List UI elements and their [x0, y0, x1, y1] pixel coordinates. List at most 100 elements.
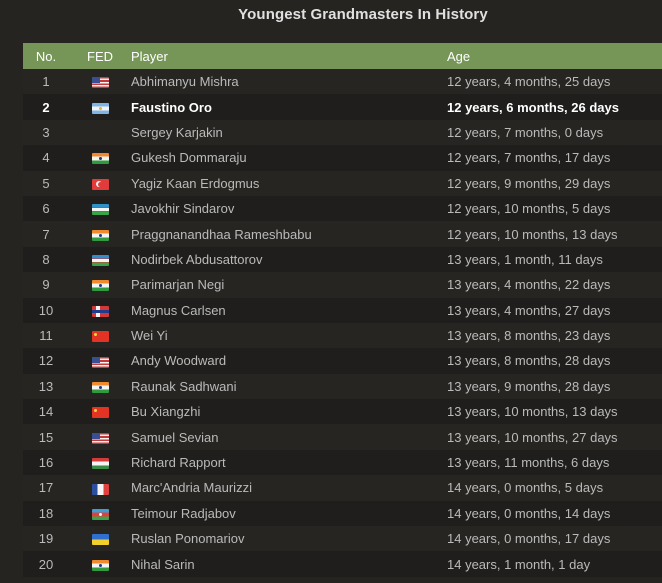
column-header-fed[interactable]: FED [69, 43, 131, 69]
player-name-cell[interactable]: Javokhir Sindarov [131, 196, 447, 221]
age-cell: 13 years, 1 month, 11 days [447, 251, 603, 267]
federation-cell [69, 450, 131, 475]
federation-cell [69, 120, 131, 145]
age-cell: 12 years, 9 months, 29 days [447, 175, 611, 191]
rank-cell: 14 [38, 404, 54, 420]
player-name-cell[interactable]: Samuel Sevian [131, 424, 447, 449]
hu-flag-icon [91, 458, 109, 470]
page-title: Youngest Grandmasters In History [238, 6, 488, 23]
player-name-cell[interactable]: Nodirbek Abdusattorov [131, 247, 447, 272]
federation-cell [69, 221, 131, 246]
rank-cell: 2 [42, 99, 50, 115]
player-name-cell[interactable]: Sergey Karjakin [131, 120, 447, 145]
rank-cell: 1 [42, 74, 50, 90]
table-row[interactable]: 20 Nihal Sarin 14 years, 1 month, 1 day [23, 551, 662, 577]
ua-flag-icon [91, 534, 109, 546]
player-name-cell[interactable]: Yagiz Kaan Erdogmus [131, 171, 447, 196]
table-row[interactable]: 12 Andy Woodward 13 years, 8 months, 28 da… [23, 348, 662, 374]
table-row[interactable]: 10 Magnus Carlsen 13 years, 4 months, 27 d… [23, 297, 662, 323]
rank-cell: 3 [42, 124, 50, 140]
player-name-cell[interactable]: Richard Rapport [131, 450, 447, 475]
rank-cell: 13 [38, 378, 54, 394]
player-name-cell[interactable]: Teimour Radjabov [131, 501, 447, 526]
player-name-cell[interactable]: Faustino Oro [131, 94, 447, 119]
table-row[interactable]: 11 Wei Yi 13 years, 8 months, 23 days [23, 322, 662, 349]
player-name-cell[interactable]: Bu Xiangzhi [131, 399, 447, 424]
in-flag-icon [91, 280, 109, 292]
us-flag-icon [91, 432, 109, 444]
uz-flag-icon [91, 254, 109, 266]
table-row[interactable]: 7 Praggnanandhaa Rameshbabu 12 years, 10 m… [23, 221, 662, 247]
az-flag-icon [91, 508, 109, 520]
cn-flag-icon [91, 407, 109, 419]
player-name-cell[interactable]: Magnus Carlsen [131, 298, 447, 323]
table-row[interactable]: 9 Parimarjan Negi 13 years, 4 months, 22 d… [23, 272, 662, 298]
uz-flag-icon [91, 204, 109, 216]
table-row[interactable]: 8 Nodirbek Abdusattorov 13 years, 1 month,… [23, 246, 662, 273]
in-flag-icon [91, 229, 109, 241]
table-row[interactable]: 14 Bu Xiangzhi 13 years, 10 months, 13 day… [23, 399, 662, 425]
age-cell: 13 years, 10 months, 13 days [447, 404, 618, 420]
federation-cell [69, 323, 131, 348]
player-name-cell[interactable]: Andy Woodward [131, 348, 447, 373]
table-row[interactable]: 19 Ruslan Ponomariov 14 years, 0 months, 1… [23, 526, 662, 552]
rank-cell: 11 [39, 328, 53, 344]
rank-cell: 18 [38, 505, 54, 521]
player-name-cell[interactable]: Gukesh Dommaraju [131, 145, 447, 170]
column-header-player[interactable]: Player [131, 43, 447, 69]
table-row[interactable]: 1 Abhimanyu Mishra 12 years, 4 months, 25 … [23, 69, 662, 95]
rank-cell: 7 [42, 226, 50, 242]
rank-cell: 9 [42, 277, 50, 293]
table-row[interactable]: 4 Gukesh Dommaraju 12 years, 7 months, 17 … [23, 145, 662, 171]
age-cell: 12 years, 7 months, 17 days [447, 150, 611, 166]
column-header-no[interactable]: No. [23, 43, 69, 69]
age-cell: 13 years, 9 months, 28 days [447, 378, 611, 394]
in-flag-icon [91, 153, 109, 165]
table-row[interactable]: 6 Javokhir Sindarov 12 years, 10 months, 5… [23, 195, 662, 222]
grandmasters-table: No. FED Player Age 1 Abhimanyu Mishra 12 y… [23, 43, 662, 577]
rank-cell: 8 [42, 251, 50, 267]
player-name-cell[interactable]: Raunak Sadhwani [131, 374, 447, 399]
federation-cell [69, 298, 131, 323]
player-name-cell[interactable]: Wei Yi [131, 323, 447, 348]
federation-cell [69, 374, 131, 399]
table-row[interactable]: 16 Richard Rapport 13 years, 11 months, 6 … [23, 449, 662, 476]
table-row[interactable]: 3 Sergey Karjakin 12 years, 7 months, 0 da… [23, 119, 662, 146]
age-cell: 13 years, 8 months, 28 days [447, 353, 611, 369]
age-cell: 12 years, 7 months, 0 days [447, 124, 604, 140]
table-row[interactable]: 15 Samuel Sevian 13 years, 10 months, 27 d… [23, 424, 662, 450]
rank-cell: 19 [38, 531, 54, 547]
player-name-cell[interactable]: Abhimanyu Mishra [131, 69, 447, 94]
age-cell: 12 years, 10 months, 13 days [447, 226, 618, 242]
table-row[interactable]: 13 Raunak Sadhwani 13 years, 9 months, 28 … [23, 373, 662, 400]
rank-cell: 12 [38, 353, 54, 369]
age-cell: 13 years, 11 months, 6 days [447, 455, 610, 471]
age-cell: 13 years, 4 months, 22 days [447, 277, 611, 293]
table-row[interactable]: 17 Marc'Andria Maurizzi 14 years, 0 months… [23, 475, 662, 501]
federation-cell [69, 145, 131, 170]
rank-cell: 10 [38, 302, 54, 318]
age-cell: 12 years, 6 months, 26 days [447, 99, 619, 115]
table-row[interactable]: 5 Yagiz Kaan Erdogmus 12 years, 9 months, … [23, 170, 662, 196]
age-cell: 13 years, 4 months, 27 days [447, 302, 611, 318]
player-name-cell[interactable]: Nihal Sarin [131, 551, 447, 576]
federation-cell [69, 247, 131, 272]
table-row[interactable]: 2 Faustino Oro 12 years, 6 months, 26 days [23, 94, 662, 120]
table-body: 1 Abhimanyu Mishra 12 years, 4 months, 25 … [23, 69, 662, 577]
rank-cell: 5 [42, 175, 50, 191]
in-flag-icon [91, 381, 109, 393]
us-flag-icon [91, 77, 109, 89]
federation-cell [69, 424, 131, 449]
player-name-cell[interactable]: Marc'Andria Maurizzi [131, 475, 447, 500]
no-flag-icon [91, 305, 109, 317]
player-name-cell[interactable]: Ruslan Ponomariov [131, 526, 447, 551]
table-header-row: No. FED Player Age [23, 43, 662, 69]
player-name-cell[interactable]: Parimarjan Negi [131, 272, 447, 297]
federation-cell [69, 69, 131, 94]
table-row[interactable]: 18 Teimour Radjabov 14 years, 0 months, 14… [23, 500, 662, 527]
column-header-age[interactable]: Age [447, 43, 662, 69]
age-cell: 12 years, 10 months, 5 days [447, 201, 611, 217]
player-name-cell[interactable]: Praggnanandhaa Rameshbabu [131, 221, 447, 246]
age-cell: 12 years, 4 months, 25 days [447, 74, 611, 90]
rank-cell: 15 [38, 429, 54, 445]
